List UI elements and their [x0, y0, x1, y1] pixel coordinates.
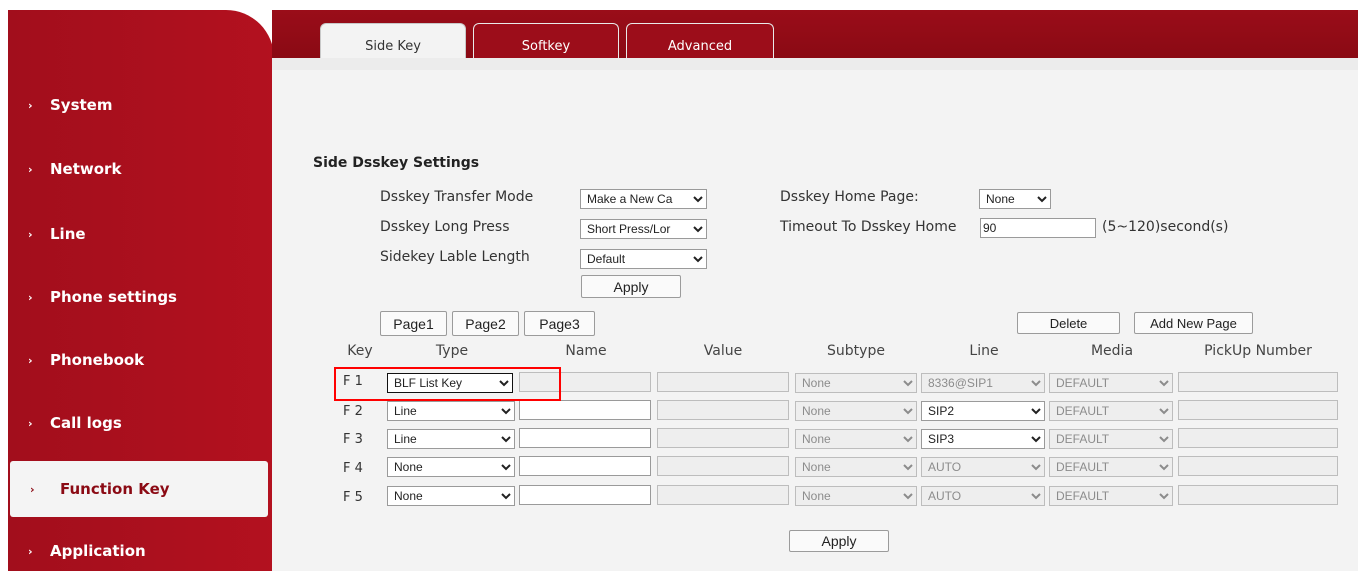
row-line-select[interactable]: SIP2 [921, 401, 1045, 421]
row-pickup-input[interactable] [1178, 428, 1338, 448]
lable-length-select[interactable]: Default [580, 249, 707, 269]
sidebar-item-label: System [50, 96, 113, 114]
sidebar-item-label: Network [50, 160, 122, 178]
chevron-right-icon: › [28, 227, 33, 241]
row-value-input[interactable] [657, 372, 789, 392]
timeout-hint: (5~120)second(s) [1102, 219, 1229, 235]
row-pickup-input[interactable] [1178, 456, 1338, 476]
sidebar-item-function-key[interactable]: › Function Key [10, 461, 268, 517]
chevron-right-icon: › [28, 162, 33, 176]
sidebar-item-system[interactable]: › System [8, 82, 270, 128]
chevron-right-icon: › [28, 416, 33, 430]
row-name-input[interactable] [519, 456, 651, 476]
sidebar-item-label: Phone settings [50, 288, 177, 306]
sidebar-item-label: Line [50, 225, 86, 243]
chevron-right-icon: › [28, 98, 33, 112]
row-media-select[interactable]: DEFAULT [1049, 401, 1173, 421]
long-press-label: Dsskey Long Press [380, 219, 510, 235]
transfer-mode-label: Dsskey Transfer Mode [380, 189, 534, 205]
delete-page-button[interactable]: Delete [1017, 312, 1120, 334]
chevron-right-icon: › [28, 544, 33, 558]
row-type-select[interactable]: BLF List Key [387, 373, 513, 393]
row-subtype-select[interactable]: None [795, 401, 917, 421]
page3-button[interactable]: Page3 [524, 311, 595, 336]
row-media-select[interactable]: DEFAULT [1049, 429, 1173, 449]
section-title: Side Dsskey Settings [313, 155, 480, 171]
lable-length-label: Sidekey Lable Length [380, 249, 530, 265]
sidebar-item-call-logs[interactable]: › Call logs [8, 400, 270, 446]
row-key-label: F 3 [343, 432, 363, 447]
row-media-select[interactable]: DEFAULT [1049, 486, 1173, 506]
sidebar: › System › Network › Line › Phone settin… [8, 10, 274, 571]
row-subtype-select[interactable]: None [795, 373, 917, 393]
sidebar-item-application[interactable]: › Application [8, 528, 270, 574]
column-header-key: Key [347, 343, 373, 359]
sidebar-item-line[interactable]: › Line [8, 211, 270, 257]
long-press-select[interactable]: Short Press/Lor [580, 219, 707, 239]
apply-keys-button[interactable]: Apply [789, 530, 889, 552]
row-value-input[interactable] [657, 456, 789, 476]
column-header-name: Name [565, 343, 607, 359]
row-name-input[interactable] [519, 428, 651, 448]
column-header-subtype: Subtype [827, 343, 885, 359]
row-name-input[interactable] [519, 372, 651, 392]
sidebar-item-network[interactable]: › Network [8, 146, 270, 192]
row-key-label: F 5 [343, 490, 363, 505]
column-header-value: Value [703, 343, 743, 359]
row-key-label: F 2 [343, 404, 363, 419]
apply-settings-button[interactable]: Apply [581, 275, 681, 298]
row-media-select[interactable]: DEFAULT [1049, 373, 1173, 393]
timeout-label: Timeout To Dsskey Home [780, 219, 957, 235]
column-header-type: Type [435, 343, 469, 359]
row-subtype-select[interactable]: None [795, 457, 917, 477]
top-bar-divider [272, 58, 1358, 70]
row-key-label: F 4 [343, 461, 363, 476]
column-header-line: Line [969, 343, 999, 359]
row-pickup-input[interactable] [1178, 400, 1338, 420]
top-bar: Side Key Softkey Advanced [272, 10, 1358, 68]
row-type-select[interactable]: Line [387, 429, 515, 449]
row-line-select[interactable]: AUTO [921, 486, 1045, 506]
sidebar-item-label: Call logs [50, 414, 122, 432]
row-pickup-input[interactable] [1178, 372, 1338, 392]
timeout-input[interactable] [980, 218, 1096, 238]
sidebar-item-phone-settings[interactable]: › Phone settings [8, 274, 270, 320]
chevron-right-icon: › [28, 353, 33, 367]
row-line-select[interactable]: AUTO [921, 457, 1045, 477]
column-header-pickup-number: PickUp Number [1204, 343, 1312, 359]
add-new-page-button[interactable]: Add New Page [1134, 312, 1253, 334]
row-type-select[interactable]: None [387, 457, 515, 477]
sidebar-item-label: Phonebook [50, 351, 145, 369]
transfer-mode-select[interactable]: Make a New Ca [580, 189, 707, 209]
row-pickup-input[interactable] [1178, 485, 1338, 505]
row-key-label: F 1 [343, 374, 363, 389]
home-page-select[interactable]: None [979, 189, 1051, 209]
row-subtype-select[interactable]: None [795, 429, 917, 449]
row-subtype-select[interactable]: None [795, 486, 917, 506]
row-type-select[interactable]: None [387, 486, 515, 506]
chevron-right-icon: › [28, 290, 33, 304]
page1-button[interactable]: Page1 [380, 311, 447, 336]
row-name-input[interactable] [519, 485, 651, 505]
row-media-select[interactable]: DEFAULT [1049, 457, 1173, 477]
sidebar-item-phonebook[interactable]: › Phonebook [8, 337, 270, 383]
row-line-select[interactable]: 8336@SIP1 [921, 373, 1045, 393]
sidebar-item-label: Function Key [60, 480, 170, 498]
home-page-label: Dsskey Home Page: [780, 189, 919, 205]
row-name-input[interactable] [519, 400, 651, 420]
row-value-input[interactable] [657, 428, 789, 448]
sidebar-item-label: Application [50, 542, 146, 560]
page2-button[interactable]: Page2 [452, 311, 519, 336]
row-line-select[interactable]: SIP3 [921, 429, 1045, 449]
row-type-select[interactable]: Line [387, 401, 515, 421]
row-value-input[interactable] [657, 485, 789, 505]
chevron-right-icon: › [30, 482, 35, 496]
row-value-input[interactable] [657, 400, 789, 420]
column-header-media: Media [1090, 343, 1134, 359]
